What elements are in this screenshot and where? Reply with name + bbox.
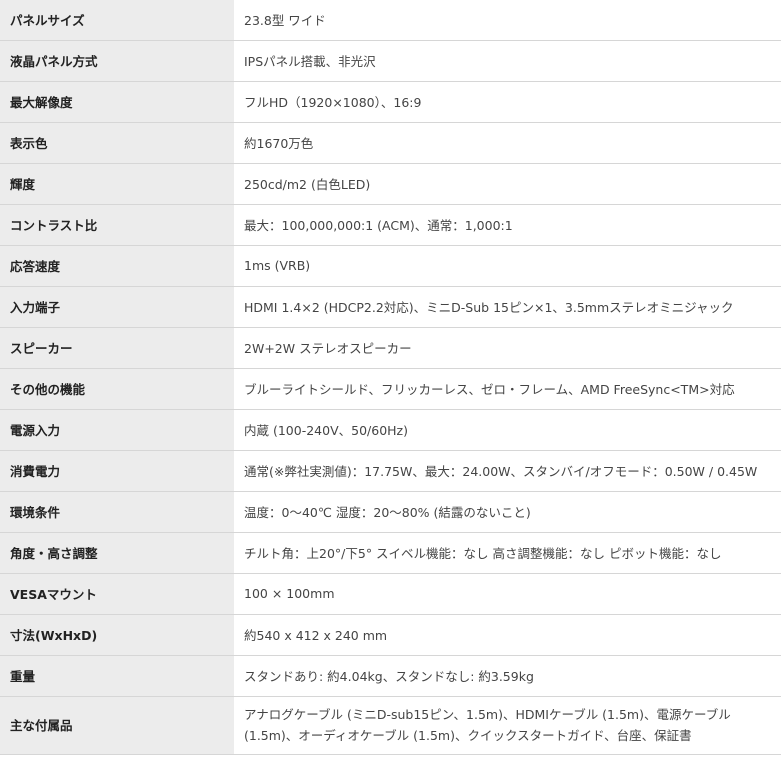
spec-value: チルト角：上20°/下5° スイベル機能：なし 高さ調整機能：なし ピボット機能… <box>234 532 781 574</box>
table-row: 消費電力 通常(※弊社実測値)：17.75W、最大：24.00W、スタンバイ/オ… <box>0 450 781 492</box>
table-row: 最大解像度 フルHD（1920×1080）、16:9 <box>0 81 781 123</box>
table-row: 輝度 250cd/m2 (白色LED) <box>0 163 781 205</box>
spec-value: 温度：0～40℃ 湿度：20～80% (結露のないこと) <box>234 491 781 533</box>
spec-value: 1ms (VRB) <box>234 245 781 287</box>
spec-value: 100 × 100mm <box>234 573 781 615</box>
spec-value: スタンドあり: 約4.04kg、スタンドなし: 約3.59kg <box>234 655 781 697</box>
spec-label: パネルサイズ <box>0 0 234 41</box>
spec-label: 応答速度 <box>0 245 234 287</box>
spec-label: 寸法(WxHxD) <box>0 614 234 656</box>
spec-value: 2W+2W ステレオスピーカー <box>234 327 781 369</box>
spec-label: スピーカー <box>0 327 234 369</box>
spec-value: 250cd/m2 (白色LED) <box>234 163 781 205</box>
table-row: スピーカー 2W+2W ステレオスピーカー <box>0 327 781 369</box>
table-row: その他の機能 ブルーライトシールド、フリッカーレス、ゼロ・フレーム、AMD Fr… <box>0 368 781 410</box>
table-row: 寸法(WxHxD) 約540 x 412 x 240 mm <box>0 614 781 656</box>
spec-value-line: (1.5m)、オーディオケーブル (1.5m)、クイックスタートガイド、台座、保… <box>244 728 692 743</box>
spec-label: 輝度 <box>0 163 234 205</box>
spec-value: 最大：100,000,000:1 (ACM)、通常：1,000:1 <box>234 204 781 246</box>
table-row: 応答速度 1ms (VRB) <box>0 245 781 287</box>
table-row: 液晶パネル方式 IPSパネル搭載、非光沢 <box>0 40 781 82</box>
spec-label: 最大解像度 <box>0 81 234 123</box>
table-row: 表示色 約1670万色 <box>0 122 781 164</box>
spec-value: 約540 x 412 x 240 mm <box>234 614 781 656</box>
spec-label: 主な付属品 <box>0 696 234 755</box>
spec-value: 23.8型 ワイド <box>234 0 781 41</box>
spec-value: IPSパネル搭載、非光沢 <box>234 40 781 82</box>
spec-label: 角度・高さ調整 <box>0 532 234 574</box>
spec-label: 液晶パネル方式 <box>0 40 234 82</box>
spec-label: 電源入力 <box>0 409 234 451</box>
spec-label: VESAマウント <box>0 573 234 615</box>
spec-value: アナログケーブル (ミニD-sub15ピン、1.5m)、HDMIケーブル (1.… <box>234 696 781 755</box>
spec-label: 消費電力 <box>0 450 234 492</box>
table-row: 入力端子 HDMI 1.4×2 (HDCP2.2対応)、ミニD-Sub 15ピン… <box>0 286 781 328</box>
table-row: VESAマウント 100 × 100mm <box>0 573 781 615</box>
spec-value-line: アナログケーブル (ミニD-sub15ピン、1.5m)、HDMIケーブル (1.… <box>244 707 731 722</box>
spec-value: フルHD（1920×1080）、16:9 <box>234 81 781 123</box>
spec-label: コントラスト比 <box>0 204 234 246</box>
spec-label: その他の機能 <box>0 368 234 410</box>
table-row: 重量 スタンドあり: 約4.04kg、スタンドなし: 約3.59kg <box>0 655 781 697</box>
table-row: 環境条件 温度：0～40℃ 湿度：20～80% (結露のないこと) <box>0 491 781 533</box>
table-row: コントラスト比 最大：100,000,000:1 (ACM)、通常：1,000:… <box>0 204 781 246</box>
table-row: 主な付属品 アナログケーブル (ミニD-sub15ピン、1.5m)、HDMIケー… <box>0 696 781 755</box>
table-row: 角度・高さ調整 チルト角：上20°/下5° スイベル機能：なし 高さ調整機能：な… <box>0 532 781 574</box>
spec-value: 通常(※弊社実測値)：17.75W、最大：24.00W、スタンバイ/オフモード：… <box>234 450 781 492</box>
spec-label: 入力端子 <box>0 286 234 328</box>
table-row: 電源入力 内蔵 (100-240V、50/60Hz) <box>0 409 781 451</box>
table-row: パネルサイズ 23.8型 ワイド <box>0 0 781 41</box>
spec-value: ブルーライトシールド、フリッカーレス、ゼロ・フレーム、AMD FreeSync<… <box>234 368 781 410</box>
spec-table: パネルサイズ 23.8型 ワイド 液晶パネル方式 IPSパネル搭載、非光沢 最大… <box>0 0 781 755</box>
spec-label: 重量 <box>0 655 234 697</box>
spec-label: 表示色 <box>0 122 234 164</box>
spec-value: 内蔵 (100-240V、50/60Hz) <box>234 409 781 451</box>
spec-label: 環境条件 <box>0 491 234 533</box>
spec-value: 約1670万色 <box>234 122 781 164</box>
spec-value: HDMI 1.4×2 (HDCP2.2対応)、ミニD-Sub 15ピン×1、3.… <box>234 286 781 328</box>
